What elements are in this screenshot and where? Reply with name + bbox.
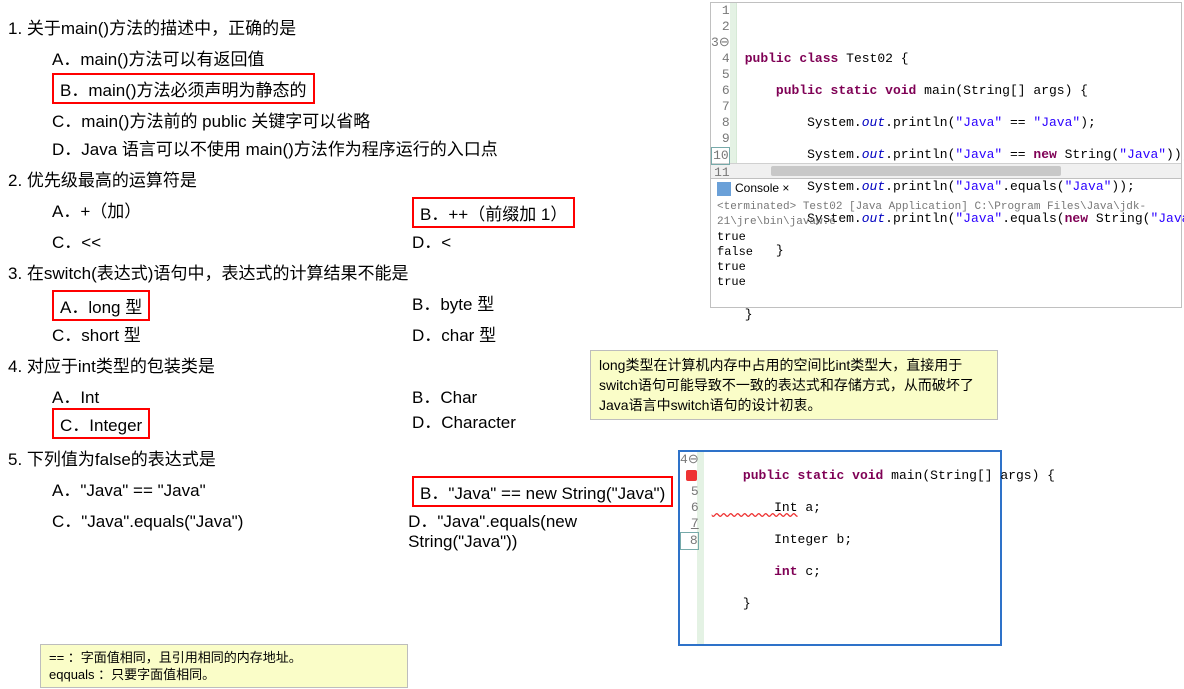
q4-opt-d: D．Character	[412, 408, 516, 439]
line-no: 8	[690, 533, 698, 548]
note-q3: long类型在计算机内存中占用的空间比int类型大，直接用于switch语句可能…	[590, 350, 998, 420]
code-body[interactable]: public class Test02 { public static void…	[737, 3, 1184, 163]
question-list: 1. 关于main()方法的描述中，正确的是 A．main()方法可以有返回值 …	[8, 8, 688, 552]
q4-opt-b: B．Char	[412, 383, 477, 408]
q3-opt-b: B．byte 型	[412, 290, 494, 321]
line-no: 7	[680, 516, 699, 532]
error-icon	[686, 470, 697, 481]
q5-opt-a: A．"Java" == "Java"	[52, 476, 412, 507]
q2-opt-b: B．++（前缀加 1）	[412, 197, 575, 228]
q3-opt-d: D．char 型	[412, 321, 496, 346]
snippet-gutter: 4⊖ 5 6 7 8	[680, 452, 704, 644]
line-no: 8	[711, 115, 730, 131]
q1-opt-a: A．main()方法可以有返回值	[52, 45, 688, 70]
line-no: 7	[711, 99, 730, 115]
q1-opt-b: B．main()方法必须声明为静态的	[52, 73, 315, 104]
line-no: 5	[711, 67, 730, 83]
q1-title: 1. 关于main()方法的描述中，正确的是	[8, 14, 688, 39]
q4-title: 4. 对应于int类型的包装类是	[8, 352, 688, 377]
q1-opt-d: D．Java 语言可以不使用 main()方法作为程序运行的入口点	[52, 135, 688, 160]
q5-title: 5. 下列值为false的表达式是	[8, 445, 688, 470]
q2-opt-c: C．<<	[52, 228, 412, 253]
line-no: 4	[711, 51, 730, 67]
note-q5: == ：字面值相同，且引用相同的内存地址。 eqquals ：只要字面值相同。	[40, 644, 408, 688]
line-no: 3	[711, 35, 719, 50]
line-no: 9	[711, 131, 730, 147]
q3-opt-a: A．long 型	[52, 290, 150, 321]
q2-title: 2. 优先级最高的运算符是	[8, 166, 688, 191]
q3-title: 3. 在switch(表达式)语句中，表达式的计算结果不能是	[8, 259, 688, 284]
snippet-code: public static void main(String[] args) {…	[704, 452, 1055, 644]
q2-opt-d: D．<	[412, 228, 451, 253]
note-q5-line1: == ：字面值相同，且引用相同的内存地址。	[49, 649, 399, 666]
q3-opt-c: C．short 型	[52, 321, 412, 346]
note-q5-line2: eqquals ：只要字面值相同。	[49, 666, 399, 683]
line-no: 1	[711, 3, 730, 19]
q5-opt-d: D．"Java".equals(new String("Java"))	[408, 507, 688, 552]
console-icon	[717, 182, 731, 196]
line-no: 5	[691, 484, 699, 499]
q1-opt-c: C．main()方法前的 public 关键字可以省略	[52, 107, 688, 132]
line-no: 4	[680, 452, 688, 467]
line-no: 6	[711, 83, 730, 99]
editor-gutter: 1 2 3⊖ 4 5 6 7 8 9 10 11	[711, 3, 737, 163]
code-editor: 1 2 3⊖ 4 5 6 7 8 9 10 11 public class Te…	[710, 2, 1182, 308]
line-no: 11	[711, 165, 730, 181]
q4-opt-a: A．Int	[52, 383, 412, 408]
q5-opt-b: B．"Java" == new String("Java")	[412, 476, 673, 507]
q2-opt-a: A．+（加）	[52, 197, 412, 228]
line-no: 2	[711, 19, 730, 35]
q5-opt-c: C．"Java".equals("Java")	[52, 507, 408, 552]
line-no: 6	[680, 500, 699, 516]
line-no: 10	[713, 148, 729, 163]
q4-opt-c: C．Integer	[52, 408, 150, 439]
code-snippet-q4: 4⊖ 5 6 7 8 public static void main(Strin…	[678, 450, 1002, 646]
